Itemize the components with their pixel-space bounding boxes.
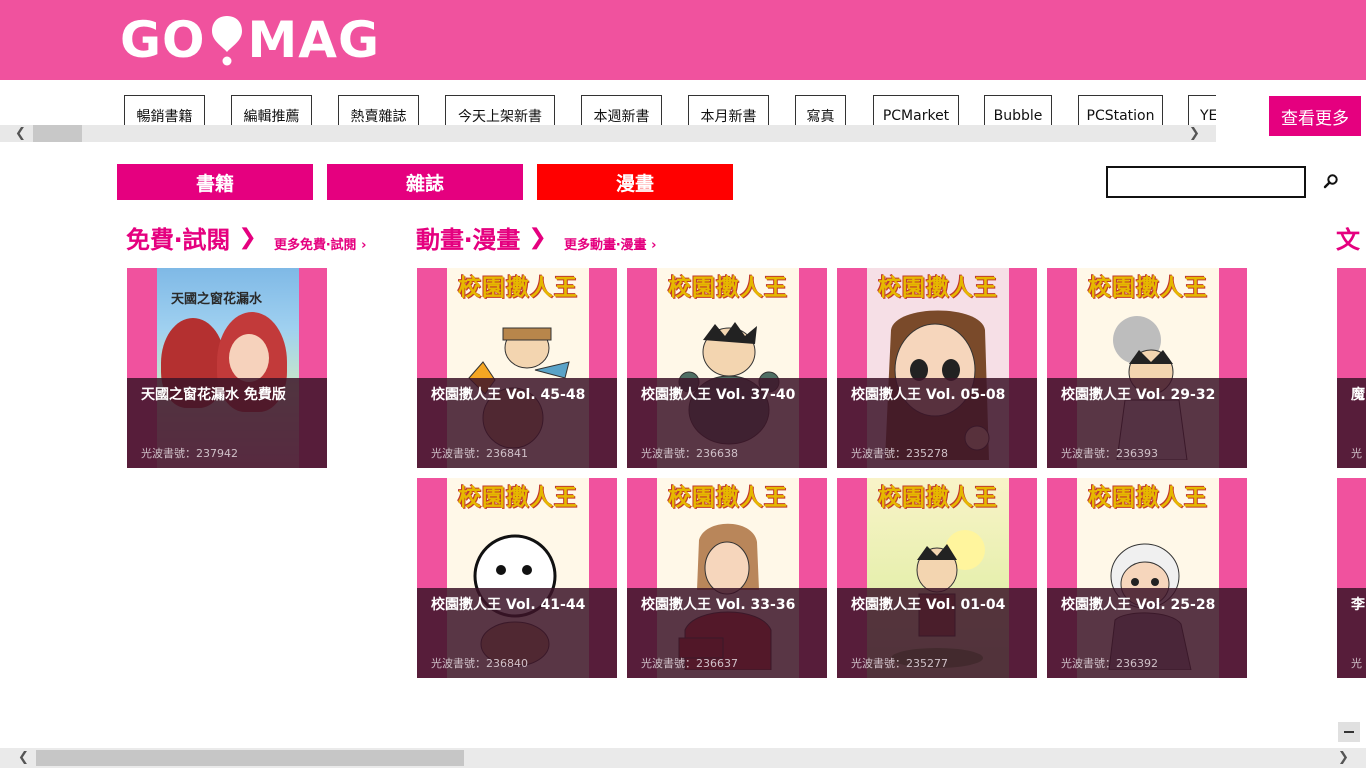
book-card-free-1[interactable]: 天國之窗花漏水 天國之窗花漏水 免費版 光波書號：237942 (127, 268, 327, 468)
section-title-free[interactable]: 免費‧試閱 ❯ (126, 220, 257, 255)
book-code: 光波書號：236841 (431, 447, 528, 460)
chevron-right-icon: › (361, 238, 367, 253)
tab-books[interactable]: 書籍 (117, 164, 313, 200)
see-more-button[interactable]: 查看更多 (1269, 96, 1361, 136)
book-code: 光波書號：235277 (851, 657, 948, 670)
page-scroll-left-icon[interactable]: ❮ (18, 749, 29, 766)
book-code: 光波書號：236840 (431, 657, 528, 670)
book-code: 光波書號：237942 (141, 447, 238, 460)
strip-scroll-right-icon[interactable]: ❯ (1189, 125, 1200, 142)
section-title-anime[interactable]: 動畫‧漫畫 ❯ (416, 220, 547, 255)
book-code: 光波書號：236393 (1061, 447, 1158, 460)
book-title: 李 (1351, 597, 1365, 613)
gomag-logo[interactable]: GO MAG (120, 12, 380, 68)
tab-magazines[interactable]: 雜誌 (327, 164, 523, 200)
book-code: 光波書號：235278 (851, 447, 948, 460)
tag-strip-scroll-thumb[interactable] (33, 125, 82, 142)
book-card-partial-1[interactable]: 魔 光 (1337, 268, 1366, 468)
book-code: 光波書號：236637 (641, 657, 738, 670)
book-card-anime-6[interactable]: 校園擻人王 校園擻人王 Vol. 33-36 光波書號：236637 (627, 478, 827, 678)
book-info-overlay: 校園擻人王 Vol. 29-32 光波書號：236393 (1047, 378, 1247, 468)
book-info-overlay: 校園擻人王 Vol. 33-36 光波書號：236637 (627, 588, 827, 678)
book-code: 光波書號：236392 (1061, 657, 1158, 670)
page-horizontal-scrollbar[interactable] (0, 748, 1366, 768)
book-info-overlay: 魔 光 (1337, 378, 1366, 468)
book-info-overlay: 校園擻人王 Vol. 25-28 光波書號：236392 (1047, 588, 1247, 678)
pin-icon (211, 16, 242, 66)
search-input[interactable] (1106, 166, 1306, 198)
book-info-overlay: 李 光 (1337, 588, 1366, 678)
book-card-anime-4[interactable]: 校園擻人王 校園擻人王 Vol. 29-32 光波書號：236393 (1047, 268, 1247, 468)
strip-scroll-left-icon[interactable]: ❮ (15, 125, 26, 142)
logo-text-right: MAG (247, 11, 381, 69)
app-root: GO MAG 暢銷書籍 編輯推薦 熱賣雜誌 今天上架新書 本週新書 本月新書 寫… (0, 0, 1366, 768)
book-title: 校園擻人王 Vol. 33-36 (641, 597, 796, 613)
book-title: 校園擻人王 Vol. 25-28 (1061, 597, 1216, 613)
chevron-right-icon: ❯ (238, 225, 257, 250)
book-info-overlay: 校園擻人王 Vol. 45-48 光波書號：236841 (417, 378, 617, 468)
book-title: 校園擻人王 Vol. 37-40 (641, 387, 796, 403)
book-title: 校園擻人王 Vol. 41-44 (431, 597, 586, 613)
book-info-overlay: 校園擻人王 Vol. 41-44 光波書號：236840 (417, 588, 617, 678)
book-title: 校園擻人王 Vol. 05-08 (851, 387, 1006, 403)
section-more-anime[interactable]: 更多動畫‧漫畫 › (564, 234, 656, 253)
book-title: 天國之窗花漏水 免費版 (141, 387, 286, 403)
chevron-right-icon: ❯ (528, 225, 547, 250)
search-icon[interactable] (1320, 170, 1342, 192)
book-card-anime-1[interactable]: 校園擻人王 校園擻人王 Vol. 45-48 光波書號：236841 (417, 268, 617, 468)
book-info-overlay: 校園擻人王 Vol. 05-08 光波書號：235278 (837, 378, 1037, 468)
book-info-overlay: 天國之窗花漏水 免費版 光波書號：237942 (127, 378, 327, 468)
section-title-partial[interactable]: 文 (1336, 220, 1360, 255)
book-title: 校園擻人王 Vol. 45-48 (431, 387, 586, 403)
section-more-free[interactable]: 更多免費‧試閱 › (274, 234, 366, 253)
chevron-right-icon: › (651, 238, 657, 253)
logo-text-left: GO (120, 11, 206, 69)
header-bar: GO MAG (0, 0, 1366, 80)
minus-icon (1344, 731, 1354, 733)
book-info-overlay: 校園擻人王 Vol. 01-04 光波書號：235277 (837, 588, 1037, 678)
book-title: 校園擻人王 Vol. 01-04 (851, 597, 1006, 613)
book-code: 光波書號：236638 (641, 447, 738, 460)
book-card-anime-8[interactable]: 校園擻人王 校園擻人王 Vol. 25-28 光波書號：236392 (1047, 478, 1247, 678)
book-code: 光 (1351, 447, 1362, 460)
book-card-anime-3[interactable]: 校園擻人王 校園擻人王 Vol. 05-08 光波書號：235278 (837, 268, 1037, 468)
book-title: 魔 (1351, 387, 1365, 403)
tag-strip-scrollbar[interactable] (0, 125, 1216, 142)
page-scroll-thumb[interactable] (36, 750, 464, 766)
zoom-out-button[interactable] (1338, 722, 1360, 742)
book-card-anime-7[interactable]: 校園擻人王 校園擻人王 Vol. 01-04 光波書號：235277 (837, 478, 1037, 678)
book-card-anime-2[interactable]: 校園擻人王 校園擻人王 Vol. 37-40 光波書號：236638 (627, 268, 827, 468)
book-card-anime-5[interactable]: 校園擻人王 校園擻人王 Vol. 41-44 光波書號：236840 (417, 478, 617, 678)
book-code: 光 (1351, 657, 1362, 670)
tab-comics[interactable]: 漫畫 (537, 164, 733, 200)
book-info-overlay: 校園擻人王 Vol. 37-40 光波書號：236638 (627, 378, 827, 468)
book-card-partial-2[interactable]: 李 光 (1337, 478, 1366, 678)
page-scroll-right-icon[interactable]: ❯ (1338, 749, 1349, 766)
book-title: 校園擻人王 Vol. 29-32 (1061, 387, 1216, 403)
